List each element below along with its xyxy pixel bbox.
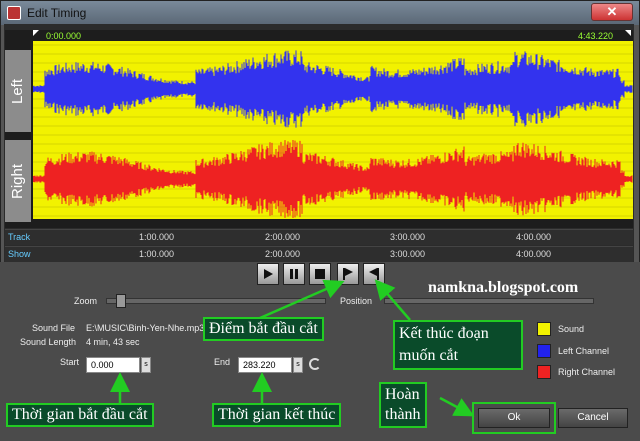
end-unit-button[interactable]: s <box>293 357 303 373</box>
mark-start-button[interactable] <box>337 263 359 285</box>
track-ruler: Track 1:00.000 2:00.000 3:00.000 4:00.00… <box>5 229 633 245</box>
legend-sound: Sound <box>558 324 585 334</box>
title-bar: Edit Timing ✕ <box>1 1 639 25</box>
right-channel-label: Right <box>5 140 31 222</box>
start-time-input[interactable]: 0.000 <box>86 357 140 373</box>
sound-file-label: Sound File <box>32 323 76 333</box>
ok-highlight-box <box>472 402 556 434</box>
close-button[interactable]: ✕ <box>591 3 633 21</box>
end-label: End <box>214 357 231 367</box>
show-label: Show <box>8 249 31 259</box>
sound-swatch <box>537 322 551 336</box>
app-icon <box>7 6 21 20</box>
zoom-slider-handle[interactable] <box>116 294 126 308</box>
start-time-label: 0:00.000 <box>46 31 82 41</box>
zoom-label: Zoom <box>74 296 98 306</box>
annotation-start-time: Thời gian bắt đầu cắt <box>6 403 154 427</box>
pause-button[interactable] <box>283 263 305 285</box>
stop-button[interactable] <box>309 263 331 285</box>
play-icon <box>264 269 273 279</box>
start-unit-button[interactable]: s <box>141 357 151 373</box>
ruler-tick: 4:00.000 <box>516 249 552 259</box>
annotation-end-segment-line1: Kết thúc đoạn <box>399 325 489 342</box>
start-marker-icon[interactable] <box>33 30 39 36</box>
position-slider[interactable] <box>384 298 594 304</box>
sound-length-value: 4 min, 43 sec <box>86 337 140 347</box>
play-button[interactable] <box>257 263 279 285</box>
end-time-input[interactable]: 283.220 <box>238 357 292 373</box>
reset-icon[interactable] <box>309 358 321 370</box>
waveform-panel: Left Right <box>5 30 633 228</box>
ruler-tick: 3:00.000 <box>390 249 426 259</box>
waveform-svg <box>32 44 633 219</box>
annotation-end-segment-line2: muốn cắt <box>399 347 459 364</box>
window-title: Edit Timing <box>27 6 87 20</box>
annotation-end-segment: Kết thúc đoạn muốn cắt <box>393 320 523 370</box>
end-marker-icon[interactable] <box>625 30 631 36</box>
position-label: Position <box>340 296 373 306</box>
left-channel-swatch <box>537 344 551 358</box>
ruler-tick: 2:00.000 <box>265 249 301 259</box>
left-channel-label: Left <box>5 50 31 132</box>
watermark-text: namkna.blogspot.com <box>428 279 579 296</box>
sound-file-value: E:\MUSIC\Binh-Yen-Nhe.mp3 <box>86 323 205 333</box>
annotation-start-point: Điểm bắt đầu cắt <box>203 317 324 341</box>
stop-icon <box>315 269 325 279</box>
pause-icon <box>290 269 298 279</box>
ruler-tick: 4:00.000 <box>516 232 552 242</box>
ruler-tick: 1:00.000 <box>139 232 175 242</box>
mark-end-button[interactable] <box>363 263 385 285</box>
sound-length-label: Sound Length <box>20 337 77 347</box>
start-label: Start <box>60 357 80 367</box>
mark-end-icon <box>369 268 379 280</box>
legend-left-channel: Left Channel <box>558 346 610 356</box>
waveform-plot[interactable] <box>32 41 633 219</box>
ruler-tick: 2:00.000 <box>265 232 301 242</box>
cancel-button[interactable]: Cancel <box>558 408 628 428</box>
annotation-done-line2: thành <box>385 406 421 423</box>
annotation-done-line1: Hoàn <box>385 386 420 403</box>
show-ruler: Show 1:00.000 2:00.000 3:00.000 4:00.000 <box>5 246 633 262</box>
annotation-done: Hoàn thành <box>379 382 427 428</box>
right-channel-swatch <box>537 365 551 379</box>
mark-start-icon <box>343 268 353 280</box>
track-label: Track <box>8 232 31 242</box>
end-time-label: 4:43.220 <box>578 31 614 41</box>
zoom-slider[interactable] <box>106 298 326 304</box>
ruler-tick: 3:00.000 <box>390 232 426 242</box>
ruler-tick: 1:00.000 <box>139 249 175 259</box>
legend-right-channel: Right Channel <box>558 367 616 377</box>
annotation-end-time: Thời gian kết thúc <box>212 403 342 427</box>
